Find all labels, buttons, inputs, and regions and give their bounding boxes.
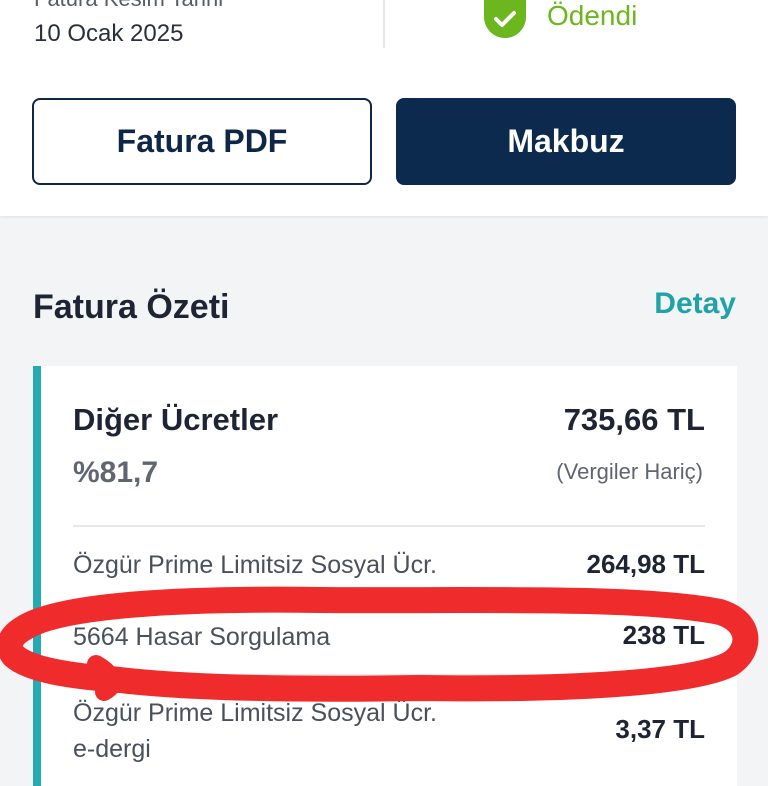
payment-status: Ödendi bbox=[547, 0, 638, 31]
charge-row-value: 3,37 TL bbox=[615, 714, 705, 744]
charge-row-value: 238 TL bbox=[622, 620, 705, 650]
row-divider bbox=[73, 674, 705, 676]
other-charges-percent: %81,7 bbox=[73, 456, 159, 489]
check-circle-icon bbox=[484, 0, 526, 38]
card-accent-bar bbox=[33, 366, 41, 786]
tax-note: (Vergiler Hariç) bbox=[556, 459, 703, 484]
other-charges-card: Diğer Ücretler 735,66 TL %81,7 (Vergiler… bbox=[33, 366, 737, 786]
invoice-pdf-button[interactable]: Fatura PDF bbox=[32, 98, 372, 185]
invoice-header-card: Fatura Kesim Tarihi 10 Ocak 2025 Ödendi … bbox=[0, 0, 768, 216]
detail-link[interactable]: Detay bbox=[654, 287, 736, 321]
row-divider bbox=[73, 599, 705, 601]
charge-row-label: Özgür Prime Limitsiz Sosyal Ücr. e-dergi bbox=[73, 695, 437, 767]
charge-row-label-line2: e-dergi bbox=[73, 735, 151, 763]
charge-row-label: Özgür Prime Limitsiz Sosyal Ücr. bbox=[73, 551, 437, 579]
charge-row-value: 264,98 TL bbox=[586, 549, 705, 579]
receipt-button[interactable]: Makbuz bbox=[396, 98, 736, 185]
other-charges-title: Diğer Ücretler bbox=[73, 402, 279, 437]
invoice-summary-title: Fatura Özeti bbox=[33, 288, 230, 326]
header-divider bbox=[383, 0, 385, 48]
other-charges-amount: 735,66 TL bbox=[563, 402, 705, 437]
invoice-date-label: Fatura Kesim Tarihi bbox=[34, 0, 223, 12]
charge-row-label: 5664 Hasar Sorgulama bbox=[73, 623, 331, 651]
invoice-date-value: 10 Ocak 2025 bbox=[34, 20, 184, 47]
card-divider bbox=[73, 525, 705, 527]
charge-row-label-line1: Özgür Prime Limitsiz Sosyal Ücr. bbox=[73, 699, 437, 727]
